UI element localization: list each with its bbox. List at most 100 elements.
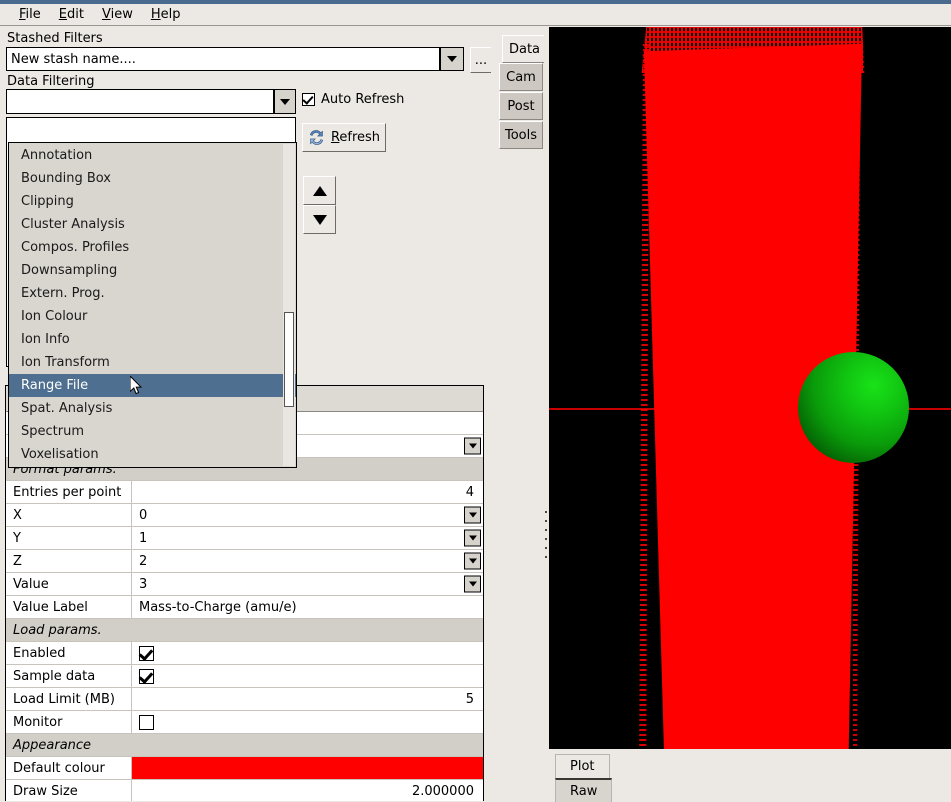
triangle-down-icon [312,214,327,225]
property-row: Monitor [6,711,483,734]
stashed-filters-label: Stashed Filters [7,31,103,46]
property-row: Load params. [6,619,483,642]
chevron-down-icon[interactable] [464,529,481,547]
menu-item-edit[interactable]: Edit [50,5,93,24]
property-value [132,734,483,756]
plot-panel: Plot Raw [549,752,951,802]
property-value[interactable]: 3 [132,573,483,595]
property-value[interactable] [132,665,483,687]
dropdown-option-clipping[interactable]: Clipping [9,190,296,213]
property-label: Entries per point [6,481,132,503]
auto-refresh-label: Auto Refresh [321,92,405,107]
dropdown-option-spat-analysis[interactable]: Spat. Analysis [9,397,296,420]
property-label: Z [6,550,132,572]
dropdown-option-annotation[interactable]: Annotation [9,144,296,167]
dropdown-option-range-file[interactable]: Range File [9,374,296,397]
annotation-sphere [798,352,909,463]
property-row: Load Limit (MB) 5 [6,688,483,711]
left-control-panel: Stashed Filters New stash name.... ... D… [0,27,491,801]
checkbox-icon[interactable] [139,645,154,661]
menu-item-file[interactable]: File [10,5,50,24]
property-value[interactable] [132,711,483,733]
refresh-button[interactable]: Refresh [302,123,386,152]
property-value-text: 3 [139,576,148,592]
menu-item-view[interactable]: View [93,5,142,24]
property-value[interactable]: Mass-to-Charge (amu/e) [132,596,483,618]
filter-type-dropdown-list[interactable]: Annotation Bounding Box Clipping Cluster An… [8,142,297,468]
tab-cam[interactable]: Cam [499,63,543,91]
tab-post[interactable]: Post [499,92,543,120]
checkbox-icon [302,93,315,106]
colour-swatch[interactable] [132,757,483,779]
dropdown-option-extern-prog[interactable]: Extern. Prog. [9,282,296,305]
application-window: File Edit View Help Stashed Filters New … [0,0,951,802]
tab-raw[interactable]: Raw [555,778,613,802]
move-filter-down-button[interactable] [303,205,336,234]
dropdown-option-downsampling[interactable]: Downsampling [9,259,296,282]
filter-type-combo-input[interactable] [6,89,274,114]
auto-refresh-checkbox[interactable]: Auto Refresh [302,92,404,107]
property-value[interactable]: 0 [132,504,483,526]
menu-item-help[interactable]: Help [142,5,190,24]
property-value[interactable]: 1 [132,527,483,549]
property-value[interactable] [132,642,483,664]
checkbox-icon[interactable] [139,714,154,730]
right-tab-strip: Data Cam Post Tools [497,27,546,801]
checkbox-icon[interactable] [139,668,154,684]
property-row: Value 3 [6,573,483,596]
dropdown-option-cluster-analysis[interactable]: Cluster Analysis [9,213,296,236]
move-filter-up-button[interactable] [303,176,336,205]
property-row: Appearance [6,734,483,757]
property-label: Value [6,573,132,595]
property-label: Monitor [6,711,132,733]
menu-bar: File Edit View Help [0,4,951,26]
property-label: Appearance [6,734,132,756]
property-value-text: 4 [465,484,474,500]
property-value-text: 0 [139,507,148,523]
property-row: X0 [6,504,483,527]
filter-type-dropdown-button[interactable] [274,89,296,114]
property-label: Load params. [6,619,132,641]
stash-name-dropdown-button[interactable] [440,47,464,71]
property-label: Load Limit (MB) [6,688,132,710]
property-value-text: 1 [139,530,148,546]
chevron-down-icon [447,56,457,62]
property-value[interactable]: 4 [132,481,483,503]
dropdown-scrollbar-thumb[interactable] [284,312,294,407]
property-label: Default colour [6,757,132,779]
property-value[interactable] [132,757,483,779]
chevron-down-icon[interactable] [464,552,481,570]
property-row: Draw Size 2.000000 [6,780,483,801]
3d-viewport[interactable] [549,27,951,749]
dropdown-option-ion-transform[interactable]: Ion Transform [9,351,296,374]
tab-tools[interactable]: Tools [499,121,543,149]
property-row: Default colour [6,757,483,780]
property-row: Enabled [6,642,483,665]
splitter-grip-icon [545,511,548,571]
property-label: Sample data [6,665,132,687]
property-label: Value Label [6,596,132,618]
property-value[interactable]: 2 [132,550,483,572]
chevron-down-icon[interactable] [464,575,481,593]
dropdown-option-compos-profiles[interactable]: Compos. Profiles [9,236,296,259]
property-label: Draw Size [6,780,132,801]
stash-browse-button[interactable]: ... [470,47,491,73]
tab-plot[interactable]: Plot [555,754,610,778]
property-value[interactable]: 5 [132,688,483,710]
property-table-body: File/Ox Ti Alloy.posFile typePOS DataFor… [6,412,483,801]
chevron-down-icon[interactable] [464,437,481,455]
chevron-down-icon[interactable] [464,506,481,524]
dropdown-option-spectrum[interactable]: Spectrum [9,420,296,443]
dropdown-option-bounding-box[interactable]: Bounding Box [9,167,296,190]
dropdown-option-ion-colour[interactable]: Ion Colour [9,305,296,328]
dropdown-scrollbar[interactable] [283,144,295,466]
dropdown-option-voxelisation[interactable]: Voxelisation [9,443,296,466]
refresh-button-label: Refresh [330,130,381,145]
dropdown-option-ion-info[interactable]: Ion Info [9,328,296,351]
property-value-text: 2 [139,553,148,569]
stash-name-input[interactable]: New stash name.... [6,47,440,71]
property-row: Sample data [6,665,483,688]
tab-data[interactable]: Data [502,35,546,63]
property-row: Entries per point 4 [6,481,483,504]
property-value[interactable]: 2.000000 [132,780,483,801]
